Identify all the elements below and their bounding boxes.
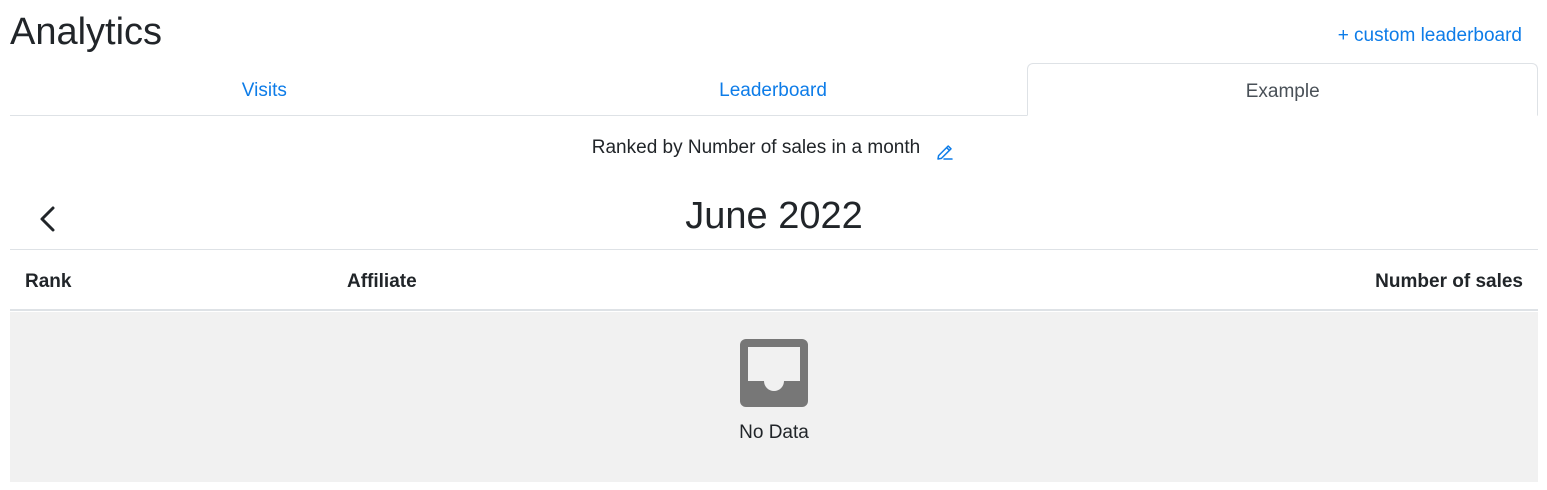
table-header: Rank Affiliate Number of sales <box>10 250 1538 311</box>
leaderboard-table: Rank Affiliate Number of sales No Data <box>10 249 1538 482</box>
tab-leaderboard[interactable]: Leaderboard <box>519 63 1028 115</box>
page-title: Analytics <box>10 11 163 53</box>
ranking-label: Ranked by Number of sales in a month <box>591 137 921 158</box>
pencil-icon[interactable] <box>934 141 956 163</box>
period-title: June 2022 <box>685 195 863 237</box>
empty-state-text: No Data <box>739 422 809 443</box>
empty-state: No Data <box>10 312 1538 482</box>
inbox-icon <box>739 338 809 408</box>
tab-bar: Visits Leaderboard Example <box>10 63 1539 116</box>
column-header-rank[interactable]: Rank <box>25 270 71 294</box>
tab-visits[interactable]: Visits <box>10 63 519 115</box>
period-navigator: June 2022 <box>10 188 1538 248</box>
column-header-affiliate[interactable]: Affiliate <box>347 270 417 294</box>
analytics-page: Analytics + custom leaderboard Visits Le… <box>0 0 1547 490</box>
tab-example[interactable]: Example <box>1027 63 1539 116</box>
ranking-criteria: Ranked by Number of sales in a month <box>10 133 1538 163</box>
column-header-number-of-sales[interactable]: Number of sales <box>1375 270 1523 294</box>
add-custom-leaderboard-link[interactable]: + custom leaderboard <box>1338 24 1522 48</box>
